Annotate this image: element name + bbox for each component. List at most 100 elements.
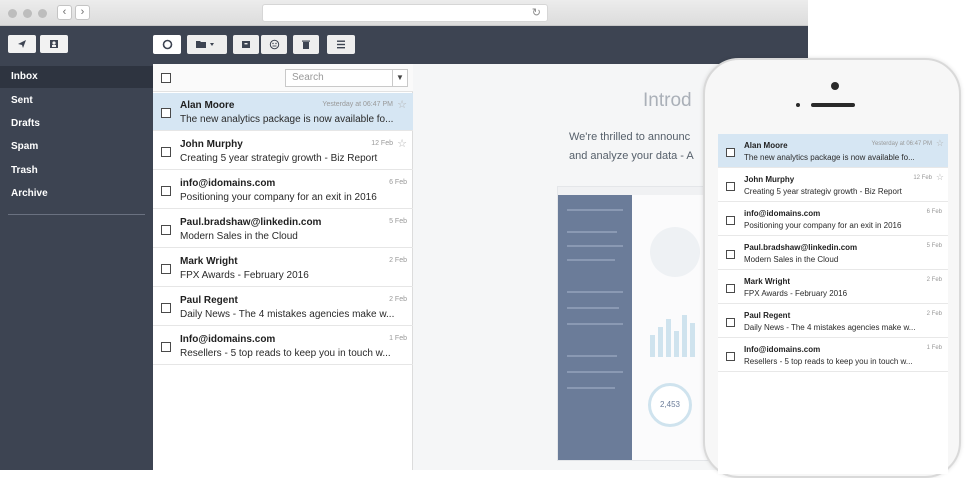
- message-sender: Alan Moore: [180, 100, 235, 111]
- message-date: 1 Feb: [389, 335, 407, 342]
- message-checkbox[interactable]: [161, 225, 171, 235]
- spam-button[interactable]: [261, 35, 287, 54]
- paper-plane-icon: [18, 40, 26, 48]
- phone-mockup: Alan Moore Yesterday at 06:47 PM ☆ The n…: [703, 58, 961, 478]
- menu-button[interactable]: [327, 35, 355, 54]
- search-dropdown-icon[interactable]: ▼: [392, 69, 408, 87]
- message-subject: The new analytics package is now availab…: [744, 153, 915, 162]
- phone-message-row[interactable]: info@idomains.com 6 Feb Positioning your…: [718, 202, 948, 236]
- message-row[interactable]: Paul.bradshaw@linkedin.com 5 Feb Modern …: [153, 210, 413, 248]
- message-sender: Info@idomains.com: [744, 345, 821, 354]
- message-checkbox[interactable]: [726, 284, 735, 293]
- message-date: 12 Feb: [913, 175, 932, 181]
- message-date: 6 Feb: [389, 179, 407, 186]
- message-row[interactable]: info@idomains.com 6 Feb Positioning your…: [153, 171, 413, 209]
- message-checkbox[interactable]: [161, 147, 171, 157]
- star-icon[interactable]: ☆: [397, 98, 407, 111]
- phone-message-row[interactable]: John Murphy 12 Feb ☆ Creating 5 year str…: [718, 168, 948, 202]
- back-arrow-icon[interactable]: ‹: [57, 5, 72, 20]
- sidebar-divider: [8, 214, 145, 215]
- message-subject: Daily News - The 4 mistakes agencies mak…: [744, 323, 916, 332]
- phone-message-row[interactable]: Paul.bradshaw@linkedin.com 5 Feb Modern …: [718, 236, 948, 270]
- message-row[interactable]: Alan Moore Yesterday at 06:47 PM ☆ The n…: [153, 93, 413, 131]
- email-body-line: We're thrilled to announc: [569, 131, 691, 143]
- sidebar-item-inbox[interactable]: Inbox: [0, 66, 153, 88]
- delete-button[interactable]: [293, 35, 319, 54]
- message-date: 5 Feb: [926, 243, 942, 249]
- message-date: 5 Feb: [389, 218, 407, 225]
- move-folder-dropdown[interactable]: [187, 35, 227, 54]
- message-sender: Info@idomains.com: [180, 334, 276, 345]
- message-date: 6 Feb: [926, 209, 942, 215]
- message-date: 2 Feb: [389, 257, 407, 264]
- message-row[interactable]: Paul Regent 2 Feb Daily News - The 4 mis…: [153, 288, 413, 326]
- message-checkbox[interactable]: [161, 264, 171, 274]
- message-subject: The new analytics package is now availab…: [180, 114, 394, 125]
- message-checkbox[interactable]: [161, 186, 171, 196]
- message-checkbox[interactable]: [161, 108, 171, 118]
- message-checkbox[interactable]: [161, 342, 171, 352]
- message-subject: Resellers - 5 top reads to keep you in t…: [180, 348, 391, 359]
- sidebar-item-archive[interactable]: Archive: [0, 183, 153, 205]
- message-row[interactable]: Info@idomains.com 1 Feb Resellers - 5 to…: [153, 327, 413, 365]
- message-sender: Paul Regent: [744, 311, 791, 320]
- message-row[interactable]: Mark Wright 2 Feb FPX Awards - February …: [153, 249, 413, 287]
- message-checkbox[interactable]: [726, 148, 735, 157]
- message-sender: info@idomains.com: [744, 209, 821, 218]
- message-date: Yesterday at 06:47 PM: [322, 101, 393, 108]
- sidebar-item-sent[interactable]: Sent: [0, 90, 153, 112]
- phone-screen: Alan Moore Yesterday at 06:47 PM ☆ The n…: [718, 134, 948, 474]
- phone-sensor: [796, 103, 800, 107]
- message-list-header: Search ▼: [153, 64, 413, 92]
- preview-titlebar: [558, 187, 716, 195]
- message-subject: Positioning your company for an exit in …: [180, 192, 377, 203]
- message-checkbox[interactable]: [726, 250, 735, 259]
- message-subject: Modern Sales in the Cloud: [180, 231, 298, 242]
- message-checkbox[interactable]: [726, 216, 735, 225]
- message-checkbox[interactable]: [726, 182, 735, 191]
- message-checkbox[interactable]: [161, 303, 171, 313]
- spam-face-icon: [269, 39, 279, 50]
- message-date: 1 Feb: [926, 345, 942, 351]
- message-sender: Mark Wright: [744, 277, 791, 286]
- phone-message-row[interactable]: Paul Regent 2 Feb Daily News - The 4 mis…: [718, 304, 948, 338]
- message-checkbox[interactable]: [726, 318, 735, 327]
- star-icon[interactable]: ☆: [936, 138, 944, 149]
- message-subject: Resellers - 5 top reads to keep you in t…: [744, 357, 913, 366]
- trash-icon: [302, 40, 310, 49]
- message-date: Yesterday at 06:47 PM: [871, 141, 932, 147]
- minimize-window-dot[interactable]: [23, 9, 32, 18]
- select-all-checkbox[interactable]: [161, 73, 171, 83]
- refresh-button[interactable]: [153, 35, 181, 54]
- sidebar-item-spam[interactable]: Spam: [0, 136, 153, 158]
- mail-app-window: ‹ › ↻ Inbox Sent Drafts Spam Trash Archi…: [0, 0, 808, 470]
- message-subject: FPX Awards - February 2016: [180, 270, 309, 281]
- address-bar[interactable]: ↻: [262, 4, 548, 22]
- close-window-dot[interactable]: [8, 9, 17, 18]
- message-subject: Positioning your company for an exit in …: [744, 221, 902, 230]
- message-checkbox[interactable]: [726, 352, 735, 361]
- message-row[interactable]: John Murphy 12 Feb ☆ Creating 5 year str…: [153, 132, 413, 170]
- email-body: We're thrilled to announc and analyze yo…: [569, 128, 694, 166]
- reload-icon[interactable]: ↻: [532, 6, 541, 19]
- sidebar-item-trash[interactable]: Trash: [0, 160, 153, 182]
- phone-message-row[interactable]: Info@idomains.com 1 Feb Resellers - 5 to…: [718, 338, 948, 372]
- compose-button[interactable]: [8, 35, 36, 53]
- archive-button[interactable]: [233, 35, 259, 54]
- hamburger-menu-icon: [337, 40, 345, 49]
- sidebar-item-drafts[interactable]: Drafts: [0, 113, 153, 135]
- contacts-button[interactable]: [40, 35, 68, 53]
- search-input[interactable]: Search: [285, 69, 393, 87]
- message-sender: Alan Moore: [744, 141, 788, 150]
- phone-message-row[interactable]: Mark Wright 2 Feb FPX Awards - February …: [718, 270, 948, 304]
- star-icon[interactable]: ☆: [397, 137, 407, 150]
- message-subject: Daily News - The 4 mistakes agencies mak…: [180, 309, 395, 320]
- forward-arrow-icon[interactable]: ›: [75, 5, 90, 20]
- star-icon[interactable]: ☆: [936, 172, 944, 183]
- message-sender: John Murphy: [744, 175, 795, 184]
- phone-message-row[interactable]: Alan Moore Yesterday at 06:47 PM ☆ The n…: [718, 134, 948, 168]
- zoom-window-dot[interactable]: [38, 9, 47, 18]
- window-titlebar: ‹ › ↻: [0, 0, 808, 26]
- dashboard-preview-image: 2,453: [557, 186, 717, 461]
- archive-box-icon: [242, 41, 250, 48]
